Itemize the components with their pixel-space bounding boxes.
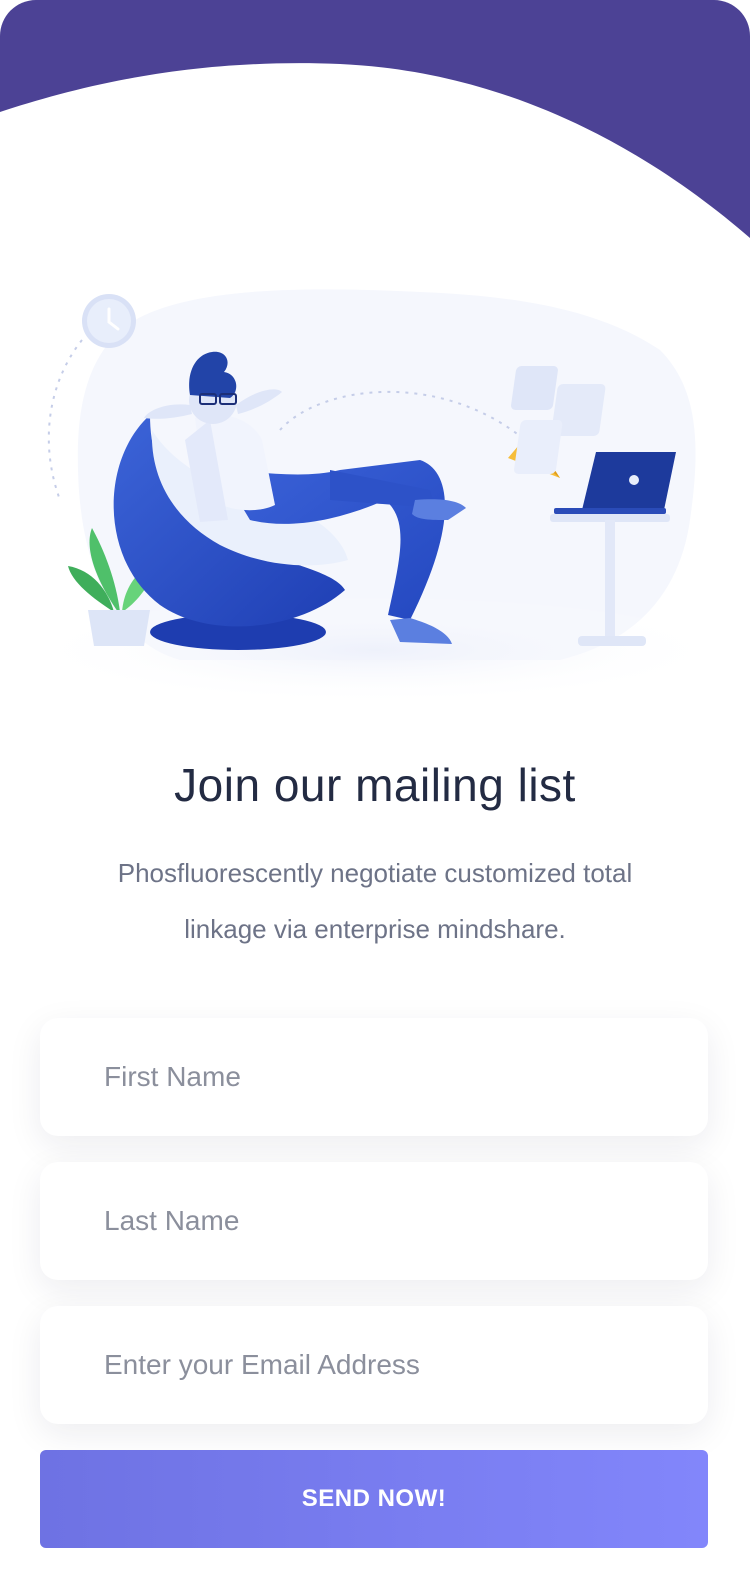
last-name-input[interactable]: [40, 1162, 708, 1280]
subtitle-line-1: Phosfluorescently negotiate customized t…: [117, 858, 633, 888]
email-input[interactable]: [40, 1306, 708, 1424]
subtitle-line-2: linkage via enterprise mindshare.: [184, 914, 566, 944]
first-name-input[interactable]: [40, 1018, 708, 1136]
clock-icon: [82, 294, 136, 348]
header-wave: [0, 0, 750, 238]
page-title: Join our mailing list: [174, 759, 576, 811]
mailing-list-screen: Join our mailing list Phosfluorescently …: [0, 0, 750, 1572]
hero-illustration: [15, 289, 735, 705]
send-now-button[interactable]: SEND NOW!: [40, 1450, 708, 1548]
page-subtitle: Phosfluorescently negotiate customized t…: [75, 845, 675, 957]
